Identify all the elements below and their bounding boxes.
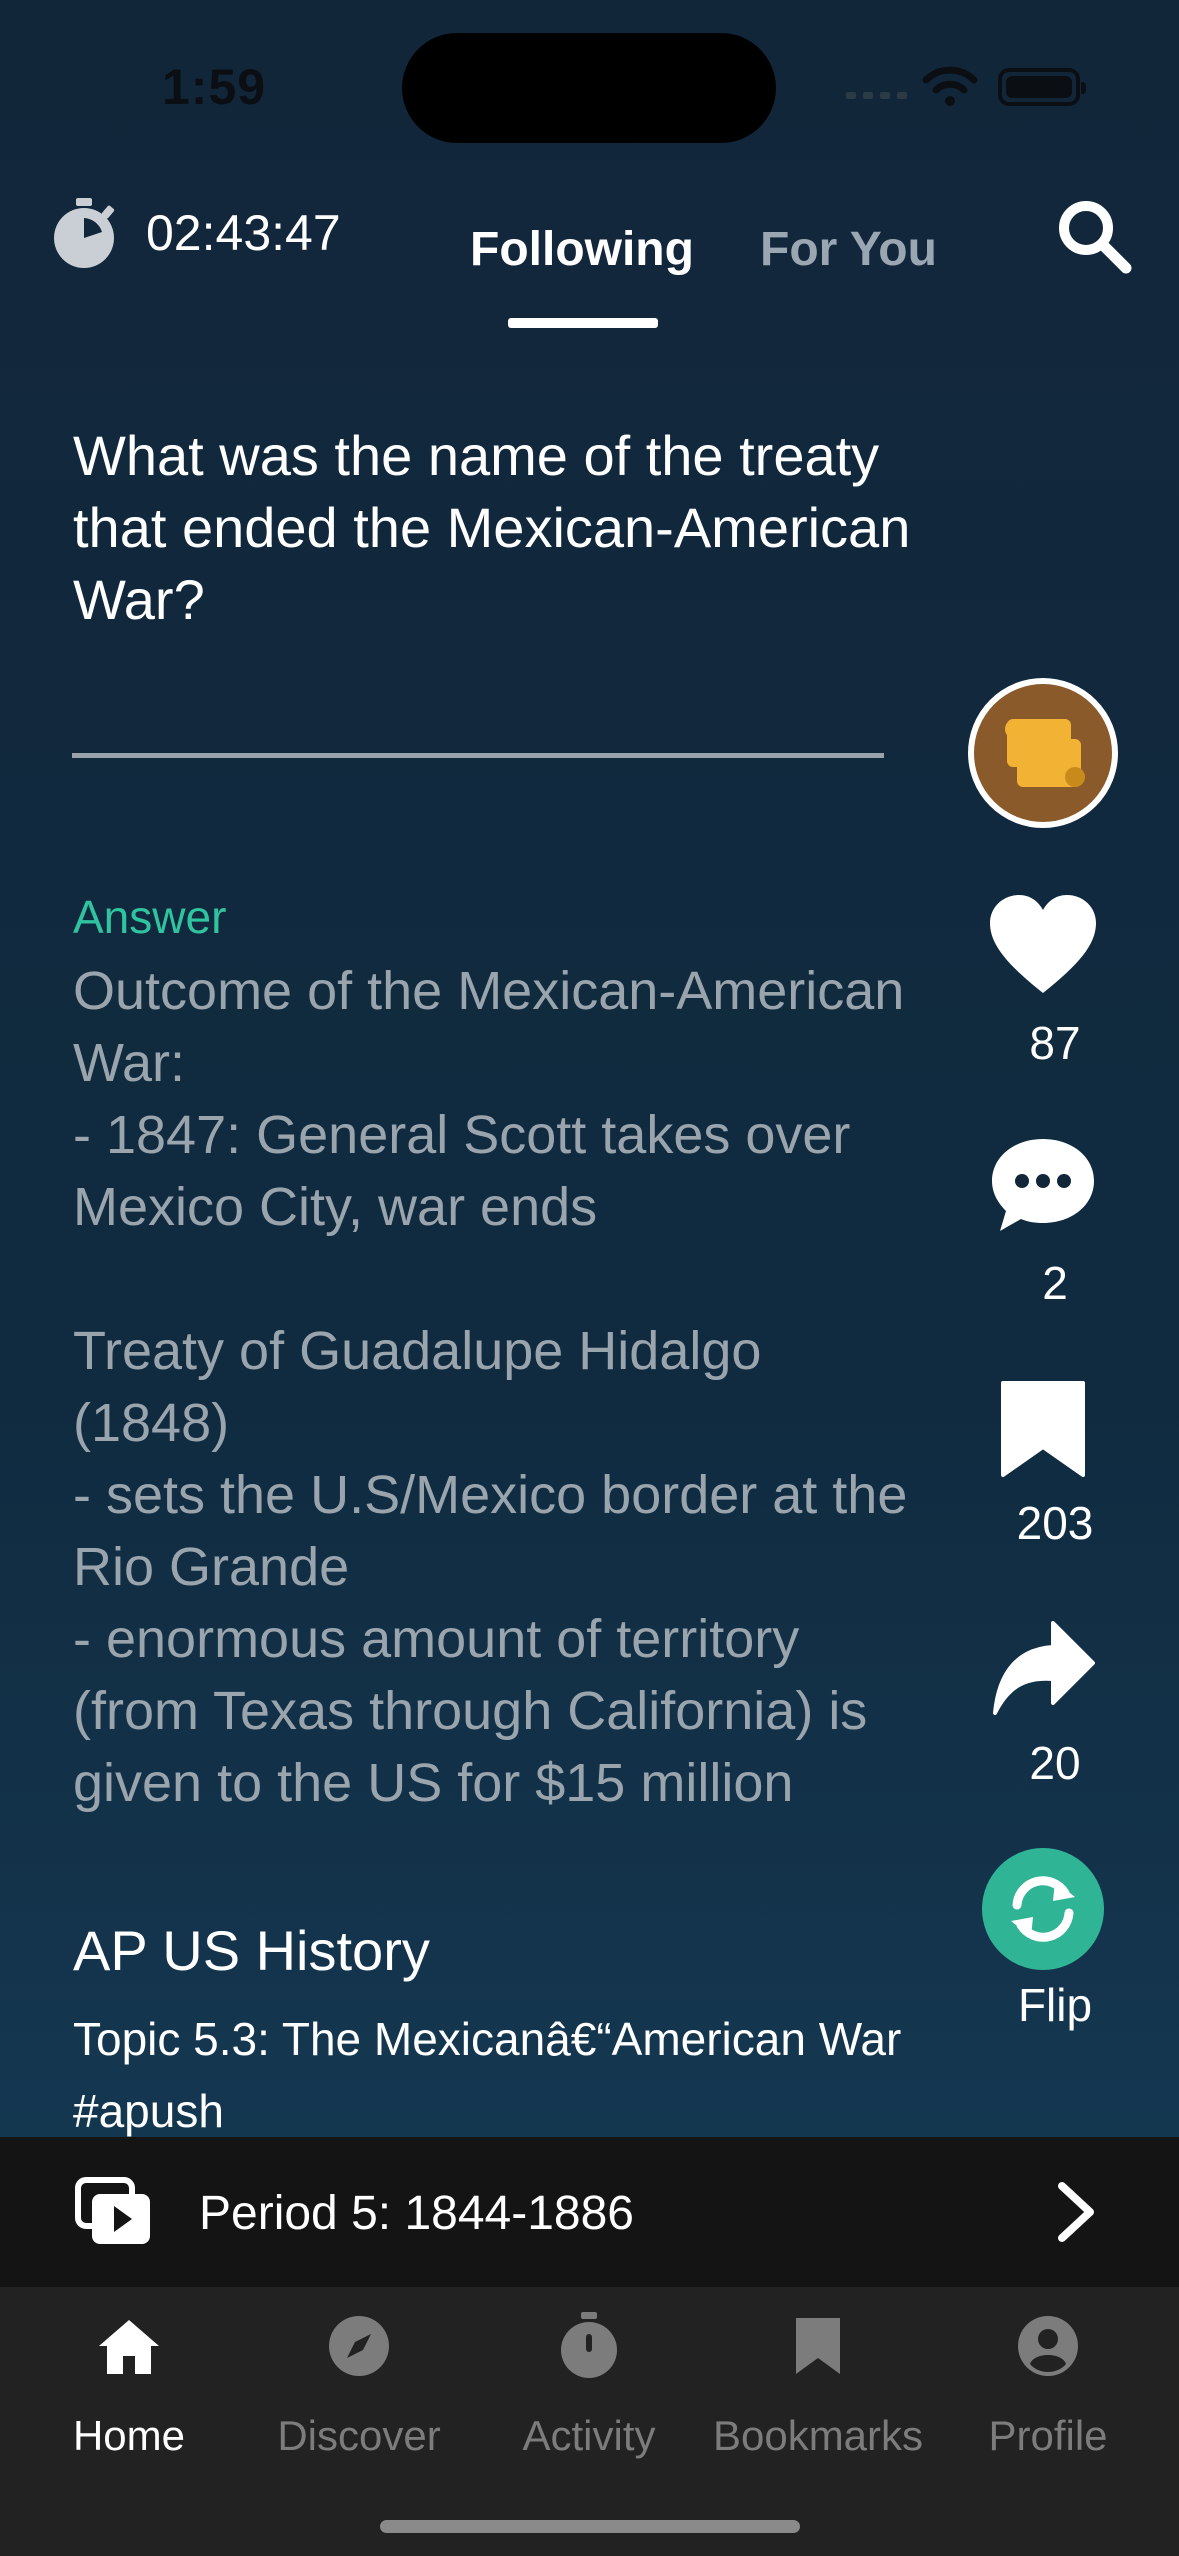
search-icon[interactable] [1054, 196, 1134, 276]
share-count: 20 [1029, 1737, 1081, 1789]
tab-for-you[interactable]: For You [760, 222, 937, 277]
tabbar-bookmarks[interactable]: Bookmarks [708, 2310, 928, 2460]
session-timer: 02:43:47 [146, 205, 341, 261]
active-tab-indicator [508, 318, 658, 328]
home-icon [93, 2310, 165, 2382]
tabbar-bookmarks-label: Bookmarks [712, 2412, 924, 2459]
status-time: 1:59 [162, 59, 267, 115]
tabbar-discover[interactable]: Discover [249, 2310, 469, 2460]
comment-button[interactable] [982, 1130, 1104, 1240]
playlist-label[interactable]: Period 5: 1844-1886 [199, 2186, 634, 2241]
card-divider [72, 753, 884, 758]
chevron-right-icon[interactable] [1052, 2180, 1100, 2244]
dynamic-island [402, 33, 776, 143]
compass-icon [323, 2310, 395, 2382]
cellular-signal-icon [846, 92, 907, 99]
tabbar-profile-label: Profile [988, 2412, 1108, 2459]
tabbar-discover-label: Discover [277, 2412, 441, 2459]
heart-icon [990, 895, 1096, 993]
home-indicator [380, 2520, 800, 2533]
flashcard-question: What was the name of the treaty that end… [73, 424, 911, 631]
scroll-icon [1005, 719, 1085, 787]
share-arrow-icon [993, 1621, 1095, 1715]
like-button[interactable] [982, 890, 1104, 1000]
deck-topic[interactable]: Topic 5.3: The Mexicanâ€“American War #a… [73, 2003, 913, 2147]
flip-button[interactable] [982, 1848, 1104, 1970]
battery-icon [998, 68, 1086, 106]
comment-icon [992, 1139, 1094, 1231]
playlist-icon [75, 2177, 150, 2244]
tabbar-home-label: Home [72, 2412, 186, 2459]
creator-avatar[interactable] [968, 678, 1118, 828]
bookmark-count: 203 [1016, 1497, 1094, 1549]
answer-label: Answer [73, 891, 227, 943]
wifi-icon [922, 66, 978, 106]
tab-following[interactable]: Following [470, 222, 694, 277]
tabbar-home[interactable]: Home [19, 2310, 239, 2460]
comment-count: 2 [1042, 1257, 1068, 1309]
refresh-icon [1011, 1876, 1075, 1942]
tabbar-profile[interactable]: Profile [938, 2310, 1158, 2460]
bookmark-button[interactable] [982, 1374, 1104, 1484]
stopwatch-icon[interactable] [48, 196, 120, 270]
tabbar-activity-label: Activity [522, 2412, 656, 2459]
share-button[interactable] [982, 1614, 1104, 1724]
flashcard-answer: Outcome of the Mexican-American War: - 1… [73, 961, 908, 1813]
profile-icon [1012, 2310, 1084, 2382]
deck-title[interactable]: AP US History [73, 1918, 430, 1983]
bookmark-icon [782, 2310, 854, 2382]
bookmark-icon [1001, 1381, 1085, 1477]
tabbar-activity[interactable]: Activity [479, 2310, 699, 2460]
flip-label: Flip [1017, 1979, 1093, 2031]
stopwatch-icon [553, 2310, 625, 2382]
like-count: 87 [1029, 1017, 1081, 1069]
